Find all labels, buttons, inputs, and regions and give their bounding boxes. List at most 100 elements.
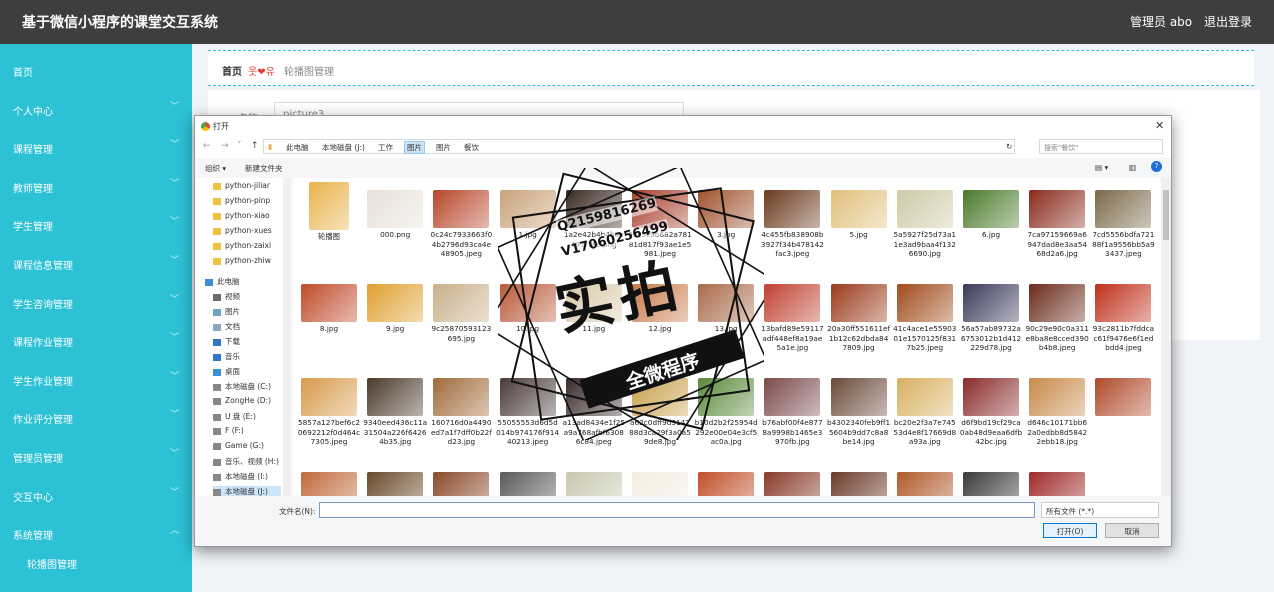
cancel-button[interactable]: 取消 bbox=[1105, 523, 1159, 538]
tree-item-2[interactable]: python-xiao bbox=[213, 211, 281, 220]
file-item[interactable] bbox=[959, 472, 1023, 496]
file-item[interactable]: 1a2e42b4b4b3a497f78c.png bbox=[562, 190, 626, 249]
file-item[interactable]: 03c5c9b682a78181d817f93ae1e5981.jpeg bbox=[628, 190, 692, 259]
path-seg-4[interactable]: 图片 bbox=[436, 142, 451, 153]
forward-arrow-icon[interactable]: → bbox=[221, 141, 229, 151]
file-item[interactable]: 0c24c7933663f04b2796d93ca4e48905.jpeg bbox=[429, 190, 493, 259]
file-item[interactable] bbox=[1025, 472, 1089, 496]
file-item[interactable]: 5.jpg bbox=[827, 190, 891, 240]
close-icon[interactable]: ✕ bbox=[1155, 119, 1164, 132]
file-item[interactable] bbox=[363, 472, 427, 496]
file-item[interactable]: a62c0dff9d914288d3ca29f3a0a59de8.jpg bbox=[628, 378, 692, 447]
sidebar-item-12[interactable]: 系统管理 ︿ bbox=[0, 513, 192, 551]
back-arrow-icon[interactable]: ← bbox=[203, 141, 211, 151]
address-bar[interactable]: ▮ 此电脑 本地磁盘 (J:) 工作 图片 图片 餐饮 ↻ bbox=[263, 139, 1015, 154]
tree-scrollbar[interactable] bbox=[283, 178, 291, 496]
tree-item-14[interactable]: ZongHe (D:) bbox=[213, 396, 281, 405]
logout-button[interactable]: 退出登录 bbox=[1204, 13, 1252, 30]
file-item[interactable] bbox=[760, 472, 824, 496]
up-arrow-icon[interactable]: ↑ bbox=[251, 141, 259, 151]
preview-pane-icon[interactable]: ▥ bbox=[1129, 163, 1136, 172]
file-item[interactable]: 8.jpg bbox=[297, 284, 361, 334]
filename-input[interactable] bbox=[319, 502, 1035, 518]
path-seg-1[interactable]: 本地磁盘 (J:) bbox=[322, 142, 365, 153]
sidebar-item-7[interactable]: 课程作业管理 ﹀ bbox=[0, 320, 192, 358]
tree-item-1[interactable]: python-pinp bbox=[213, 196, 281, 205]
breadcrumb-home[interactable]: 首页 bbox=[222, 63, 242, 78]
organize-button[interactable]: 组织 ▾ bbox=[205, 163, 226, 174]
refresh-icon[interactable]: ↻ bbox=[1006, 142, 1012, 151]
tree-item-10[interactable]: 下载 bbox=[213, 336, 281, 347]
view-menu-icon[interactable]: ▤ ▾ bbox=[1095, 163, 1108, 172]
sidebar-item-3[interactable]: 教师管理 ﹀ bbox=[0, 166, 192, 204]
tree-item-8[interactable]: 图片 bbox=[213, 306, 281, 317]
sidebar-item-10[interactable]: 管理员管理 ﹀ bbox=[0, 436, 192, 474]
file-item[interactable]: 1.jpg bbox=[496, 190, 560, 240]
file-item[interactable]: 轮播图 bbox=[297, 182, 361, 242]
file-item[interactable] bbox=[429, 472, 493, 496]
path-seg-3[interactable]: 图片 bbox=[404, 141, 425, 154]
tree-item-17[interactable]: Game (G:) bbox=[213, 441, 281, 450]
file-item[interactable]: 10.jpg bbox=[496, 284, 560, 334]
tree-item-6[interactable]: 此电脑 bbox=[205, 276, 281, 287]
file-item[interactable]: 9.jpg bbox=[363, 284, 427, 334]
sidebar-item-1[interactable]: 个人中心 ﹀ bbox=[0, 89, 192, 127]
filetype-select[interactable]: 所有文件 (*.*) bbox=[1041, 502, 1159, 518]
file-item[interactable] bbox=[297, 472, 361, 496]
file-item[interactable]: 20a30ff551611ef1b12c62dbda847809.jpg bbox=[827, 284, 891, 353]
sidebar-subitem-carousel[interactable]: 轮播图管理 bbox=[0, 548, 192, 578]
tree-item-9[interactable]: 文档 bbox=[213, 321, 281, 332]
sidebar-item-2[interactable]: 课程管理 ﹀ bbox=[0, 127, 192, 165]
tree-item-15[interactable]: U 盘 (E:) bbox=[213, 411, 281, 422]
tree-item-16[interactable]: F (F:) bbox=[213, 426, 281, 435]
file-item[interactable]: d6f9bd19cf29ca0ab48d9eaa6dfb42bc.jpg bbox=[959, 378, 1023, 447]
tree-item-18[interactable]: 音乐、视频 (H:) bbox=[213, 456, 281, 467]
sidebar-item-8[interactable]: 学生作业管理 ﹀ bbox=[0, 359, 192, 397]
sidebar-item-11[interactable]: 交互中心 ﹀ bbox=[0, 475, 192, 513]
search-input[interactable]: 搜索"餐饮" bbox=[1039, 139, 1163, 154]
file-item[interactable]: 41c4ace1e5590301e1570125f8317b25.jpeg bbox=[893, 284, 957, 353]
file-item[interactable]: 12.jpg bbox=[628, 284, 692, 334]
file-item[interactable]: 4c455fb838908b3927f34b478142fac3.jpeg bbox=[760, 190, 824, 259]
file-item[interactable]: bc20e2f3a7e74553d4e8f17669d8a93a.jpg bbox=[893, 378, 957, 447]
tree-item-7[interactable]: 视频 bbox=[213, 291, 281, 302]
file-item[interactable]: 韩式料理 bbox=[628, 472, 692, 496]
tree-item-12[interactable]: 桌面 bbox=[213, 366, 281, 377]
file-item[interactable] bbox=[496, 472, 560, 496]
file-item[interactable]: 9340eed436c11a31504a226f64264b35.jpg bbox=[363, 378, 427, 447]
open-button[interactable]: 打开(O) bbox=[1043, 523, 1097, 538]
file-item[interactable]: 90c29e90c0a311e8ba8e8cced390b4b8.jpeg bbox=[1025, 284, 1089, 353]
file-item[interactable]: 9c25870593123695.jpg bbox=[429, 284, 493, 343]
file-item[interactable]: 5857a127bef6c20692212f0d464c7305.jpeg bbox=[297, 378, 361, 447]
tree-item-11[interactable]: 音乐 bbox=[213, 351, 281, 362]
file-item[interactable]: 13.jpg bbox=[694, 284, 758, 334]
tree-item-3[interactable]: python-xues bbox=[213, 226, 281, 235]
scroll-thumb[interactable] bbox=[1163, 190, 1169, 240]
tree-item-4[interactable]: python-zaixi bbox=[213, 241, 281, 250]
file-grid-scrollbar[interactable] bbox=[1161, 178, 1171, 496]
tree-item-5[interactable]: python-zhiw bbox=[213, 256, 281, 265]
file-item[interactable]: 93c2811b7fddcac61f9476e6f1edbdd4.jpeg bbox=[1091, 284, 1155, 353]
file-item[interactable]: 56a57ab89732a6753012b1d412229d78.jpg bbox=[959, 284, 1023, 353]
file-item[interactable]: 000.png bbox=[363, 190, 427, 240]
file-item[interactable]: 3.jpg bbox=[694, 190, 758, 240]
file-item[interactable] bbox=[827, 472, 891, 496]
file-item[interactable]: d646c10171bb62a0edbb8d58422ebb18.jpg bbox=[1025, 378, 1089, 447]
file-item[interactable]: 13bafd89e59117adf448ef8a19ae5a1e.jpg bbox=[760, 284, 824, 353]
recent-chevron-icon[interactable]: ˅ bbox=[237, 141, 242, 151]
file-item[interactable]: 6.jpg bbox=[959, 190, 1023, 240]
file-item[interactable]: 7ca97159669a6947dad8e3aa5468d2a6.jpg bbox=[1025, 190, 1089, 259]
file-item[interactable]: a13ad8434e1f25a9a768afbf63086c84.jpeg bbox=[562, 378, 626, 447]
path-seg-0[interactable]: 此电脑 bbox=[286, 142, 309, 153]
file-item[interactable] bbox=[562, 472, 626, 496]
help-icon[interactable]: ? bbox=[1151, 161, 1162, 172]
sidebar-item-4[interactable]: 学生管理 ﹀ bbox=[0, 204, 192, 242]
sidebar-item-9[interactable]: 作业评分管理 ﹀ bbox=[0, 397, 192, 435]
file-item[interactable] bbox=[1091, 378, 1155, 418]
file-item[interactable]: 11.jpg bbox=[562, 284, 626, 334]
tree-item-19[interactable]: 本地磁盘 (I:) bbox=[213, 471, 281, 482]
file-item[interactable]: 55055553d6d5d014b974176f91440213.jpeg bbox=[496, 378, 560, 447]
tree-item-0[interactable]: python-jiliar bbox=[213, 181, 281, 190]
sidebar-item-6[interactable]: 学生咨询管理 ﹀ bbox=[0, 282, 192, 320]
file-item[interactable] bbox=[694, 472, 758, 496]
